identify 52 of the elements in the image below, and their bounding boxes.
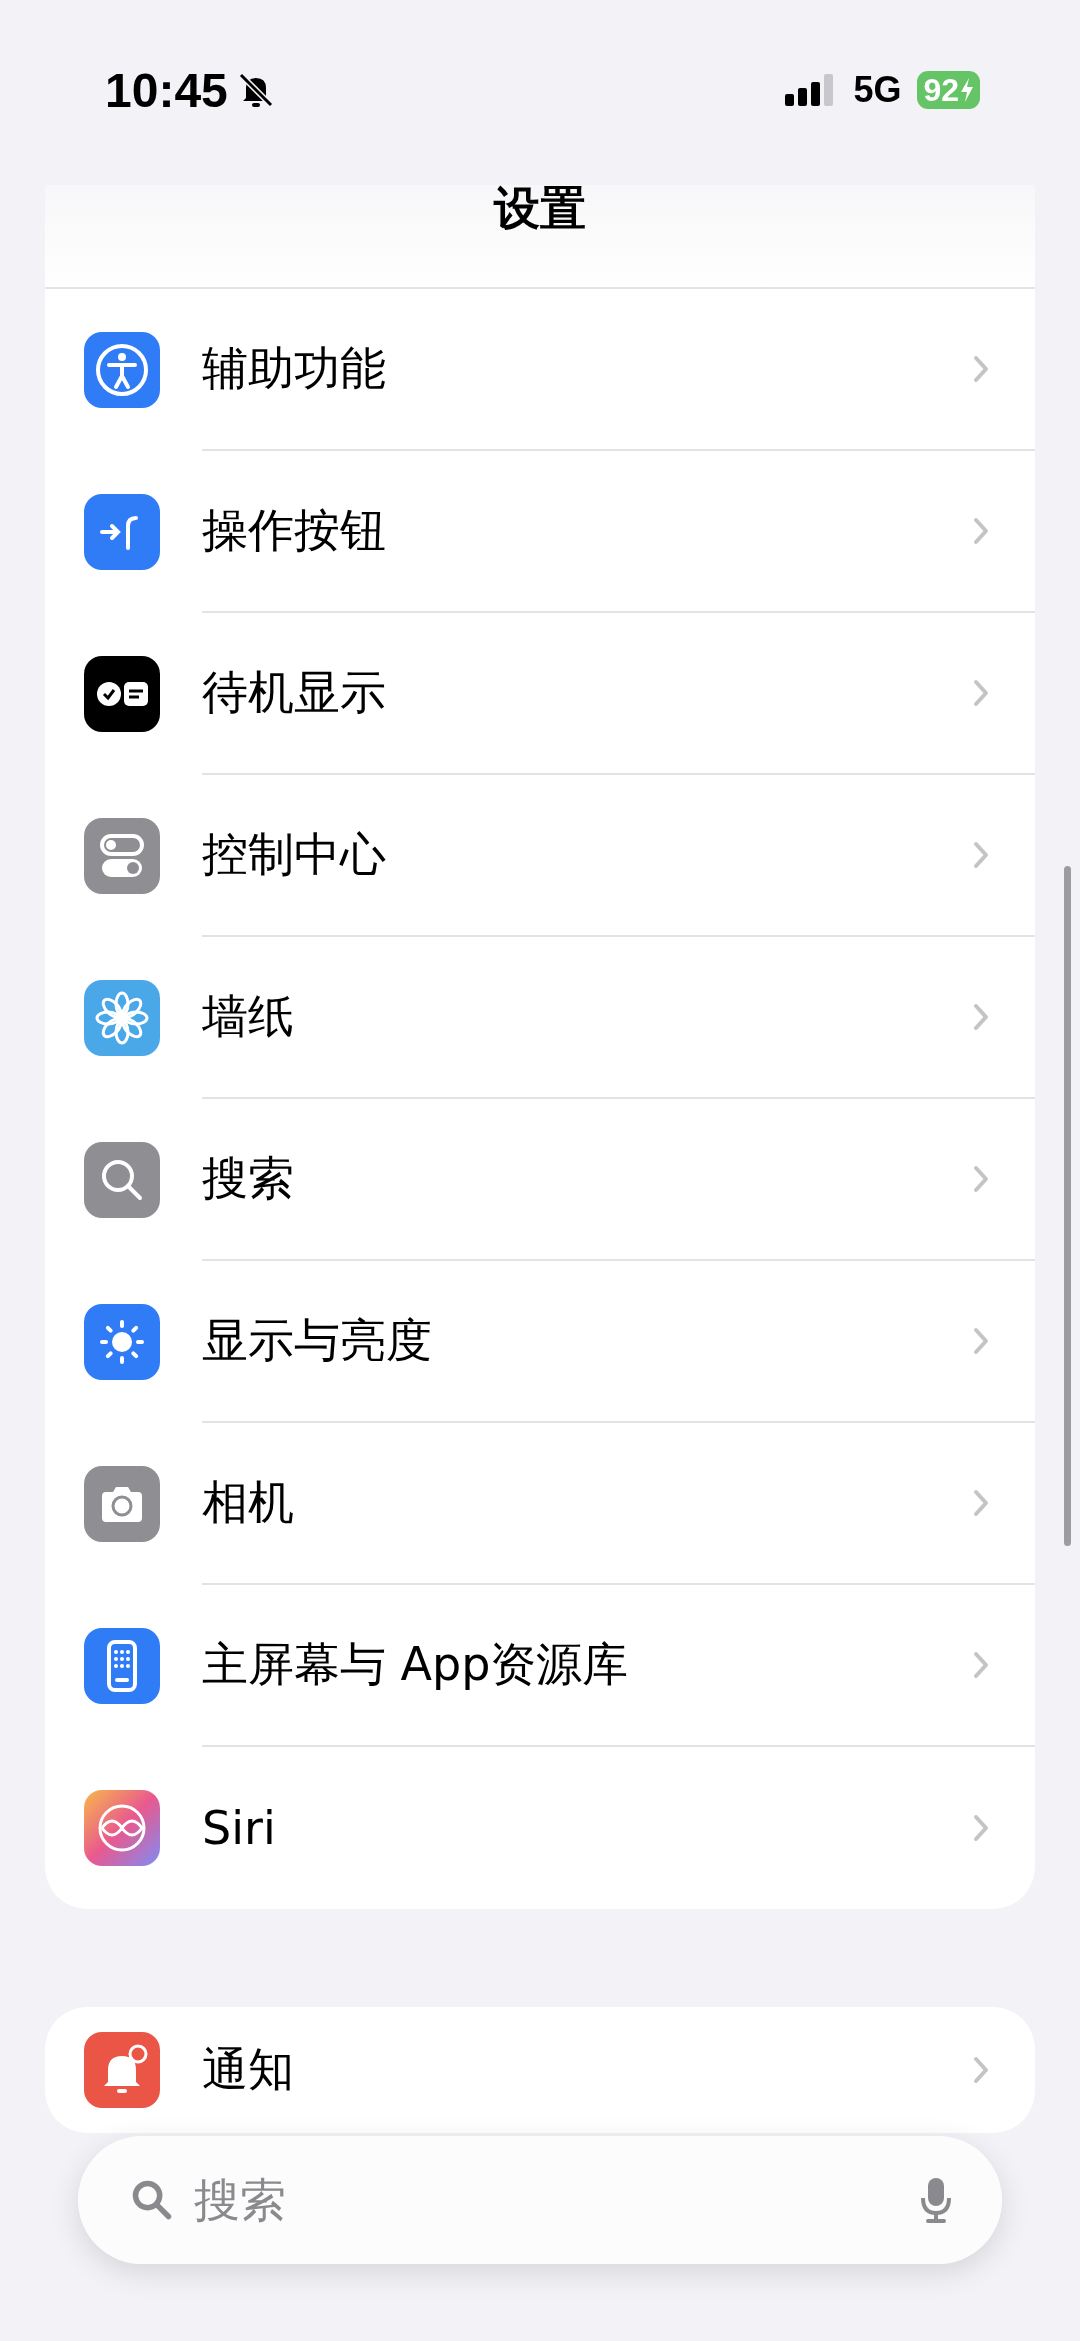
bell-icon [84, 2032, 160, 2108]
battery-indicator: 92 [917, 71, 980, 109]
chevron-icon [973, 1814, 989, 1842]
sun-icon [84, 1304, 160, 1380]
settings-row[interactable]: 显示与亮度 [45, 1261, 1035, 1423]
search-bar[interactable]: 搜索 [78, 2136, 1002, 2264]
chevron-icon [973, 679, 989, 707]
row-label: 通知 [202, 2041, 294, 2098]
search-icon [84, 1142, 160, 1218]
row-label: 辅助功能 [202, 340, 386, 397]
row-label: 相机 [202, 1474, 294, 1531]
search-field[interactable]: 搜索 [192, 2172, 902, 2228]
row-label: 显示与亮度 [202, 1312, 432, 1369]
chevron-icon [973, 1003, 989, 1031]
row-label: 墙纸 [202, 988, 294, 1045]
settings-row[interactable]: 通知 [45, 2007, 1035, 2133]
arrow-bracket-icon [84, 494, 160, 570]
settings-row[interactable]: 相机 [45, 1423, 1035, 1585]
row-label: 搜索 [202, 1150, 294, 1207]
page-title: 设置 [494, 180, 586, 237]
network-type: 5G [853, 69, 902, 111]
chevron-icon [973, 355, 989, 383]
phone-grid-icon [84, 1628, 160, 1704]
accessibility-icon [84, 332, 160, 408]
clock-card-icon [84, 656, 160, 732]
settings-row[interactable]: 墙纸 [45, 937, 1035, 1099]
row-label: 待机显示 [202, 664, 386, 721]
settings-row[interactable]: 待机显示 [45, 613, 1035, 775]
row-label: 控制中心 [202, 826, 386, 883]
settings-row[interactable]: 搜索 [45, 1099, 1035, 1261]
settings-row[interactable]: 操作按钮 [45, 451, 1035, 613]
settings-row[interactable]: 辅助功能 [45, 289, 1035, 451]
row-label: 主屏幕与 App资源库 [202, 1636, 629, 1693]
chevron-icon [973, 2056, 989, 2084]
camera-icon [84, 1466, 160, 1542]
toggles-icon [84, 818, 160, 894]
chevron-icon [973, 1327, 989, 1355]
row-label: Siri [202, 1801, 276, 1855]
chevron-icon [973, 517, 989, 545]
clock-time: 10:45 [105, 62, 228, 118]
siri-orb-icon [84, 1790, 160, 1866]
search-icon [130, 2178, 174, 2222]
settings-row[interactable]: Siri [45, 1747, 1035, 1909]
flower-icon [84, 980, 160, 1056]
settings-row[interactable]: 控制中心 [45, 775, 1035, 937]
microphone-icon [920, 2176, 952, 2224]
settings-row[interactable]: 主屏幕与 App资源库 [45, 1585, 1035, 1747]
row-label: 操作按钮 [202, 502, 386, 559]
chevron-icon [973, 1489, 989, 1517]
chevron-icon [973, 1651, 989, 1679]
chevron-icon [973, 1165, 989, 1193]
chevron-icon [973, 841, 989, 869]
